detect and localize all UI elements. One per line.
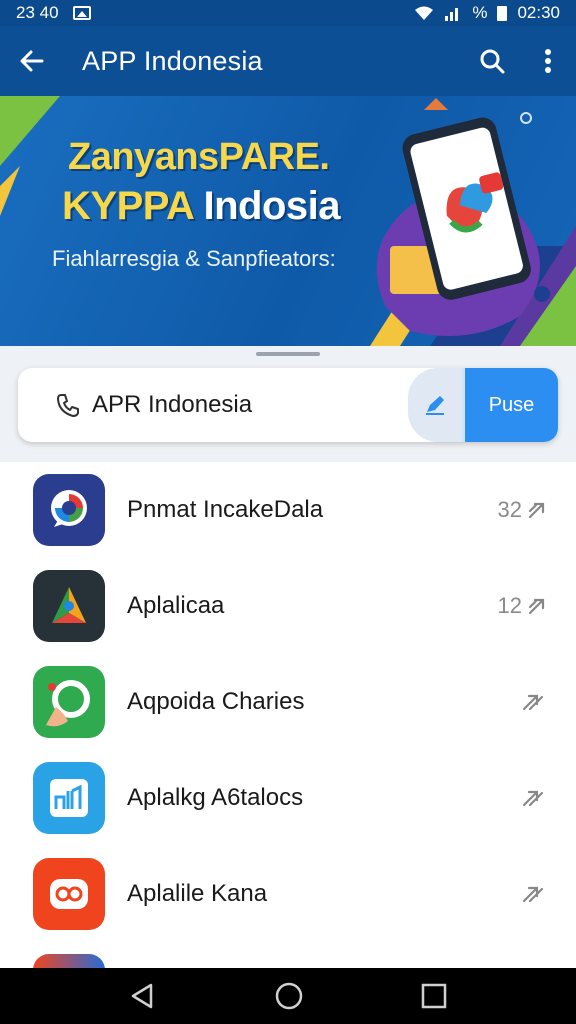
search-card[interactable]: APR Indonesia Puse: [18, 368, 558, 442]
nav-recents-icon[interactable]: [421, 983, 447, 1009]
app-list: Pnmat IncakeDala 32 Aplalicaa 12 Aqpoida…: [0, 462, 576, 968]
list-item-label: Pnmat IncakeDala: [127, 496, 324, 523]
maps-app-icon: [33, 570, 105, 642]
navigation-bar: [0, 968, 576, 1024]
list-item[interactable]: Aplalkg A6talocs: [0, 750, 576, 846]
list-item-count: 12: [497, 593, 522, 618]
back-button[interactable]: [0, 26, 64, 96]
list-item-count: 32: [497, 497, 522, 522]
nav-back-icon[interactable]: [129, 982, 157, 1010]
search-input[interactable]: APR Indonesia: [92, 391, 408, 419]
banner-headline: ZanyansPARE.: [68, 136, 330, 178]
list-item-partial[interactable]: [0, 942, 576, 968]
more-vert-icon: [545, 49, 551, 73]
image-notification-icon: [72, 6, 91, 20]
drag-handle[interactable]: [256, 352, 320, 356]
wifi-icon: [415, 6, 434, 20]
list-item[interactable]: Aplalicaa 12: [0, 558, 576, 654]
banner-headline-rest: Indosia: [192, 184, 340, 228]
pen-icon: [426, 396, 444, 415]
signal-icon: [445, 8, 459, 21]
banner-subtitle: Fiahlarresgia & Sanpfieators:: [52, 246, 336, 271]
list-item-label: Aplalicaa: [127, 592, 225, 619]
chat-app-icon: [33, 474, 105, 546]
status-time-left: 23 40: [16, 3, 59, 22]
list-item[interactable]: Aplalile Kana: [0, 846, 576, 942]
nav-home-icon[interactable]: [274, 981, 304, 1011]
share-arrow-icon[interactable]: [520, 787, 548, 809]
list-item[interactable]: Pnmat IncakeDala 32: [0, 462, 576, 558]
music-app-icon: [33, 762, 105, 834]
status-time-right: 02:30: [517, 3, 560, 22]
push-button[interactable]: Puse: [462, 368, 558, 442]
list-item[interactable]: Aqpoida Charies: [0, 654, 576, 750]
edit-button[interactable]: [408, 368, 462, 442]
search-button[interactable]: [464, 26, 520, 96]
app-bar: APP Indonesia: [0, 26, 576, 96]
list-item-label: Aplalile Kana: [127, 880, 268, 907]
search-icon: [480, 49, 505, 74]
share-arrow-icon[interactable]: [520, 883, 548, 905]
promo-banner[interactable]: ZanyansPARE. KYPPA Indosia Fiahlarresgia…: [0, 96, 576, 346]
share-arrow-icon[interactable]: [520, 691, 548, 713]
more-options-button[interactable]: [520, 26, 576, 96]
phone-app-icon: [33, 666, 105, 738]
search-area: APR Indonesia Puse: [0, 346, 576, 462]
page-title: APP Indonesia: [82, 45, 263, 76]
list-item-label: Aqpoida Charies: [127, 688, 305, 715]
share-arrow-icon[interactable]: [526, 499, 548, 521]
banner-headline-highlight: KYPPA: [62, 184, 193, 228]
status-bar: 23 40 % 02:30: [0, 0, 576, 26]
video-app-icon: [33, 858, 105, 930]
battery-icon: [497, 5, 508, 21]
status-percent: %: [472, 3, 488, 22]
phone-icon: [38, 392, 98, 418]
banner-headline-2: KYPPA Indosia: [62, 184, 341, 229]
share-arrow-icon[interactable]: [526, 595, 548, 617]
back-arrow-icon: [20, 50, 44, 72]
app-icon-partial: [33, 954, 105, 968]
list-item-label: Aplalkg A6talocs: [127, 784, 304, 811]
